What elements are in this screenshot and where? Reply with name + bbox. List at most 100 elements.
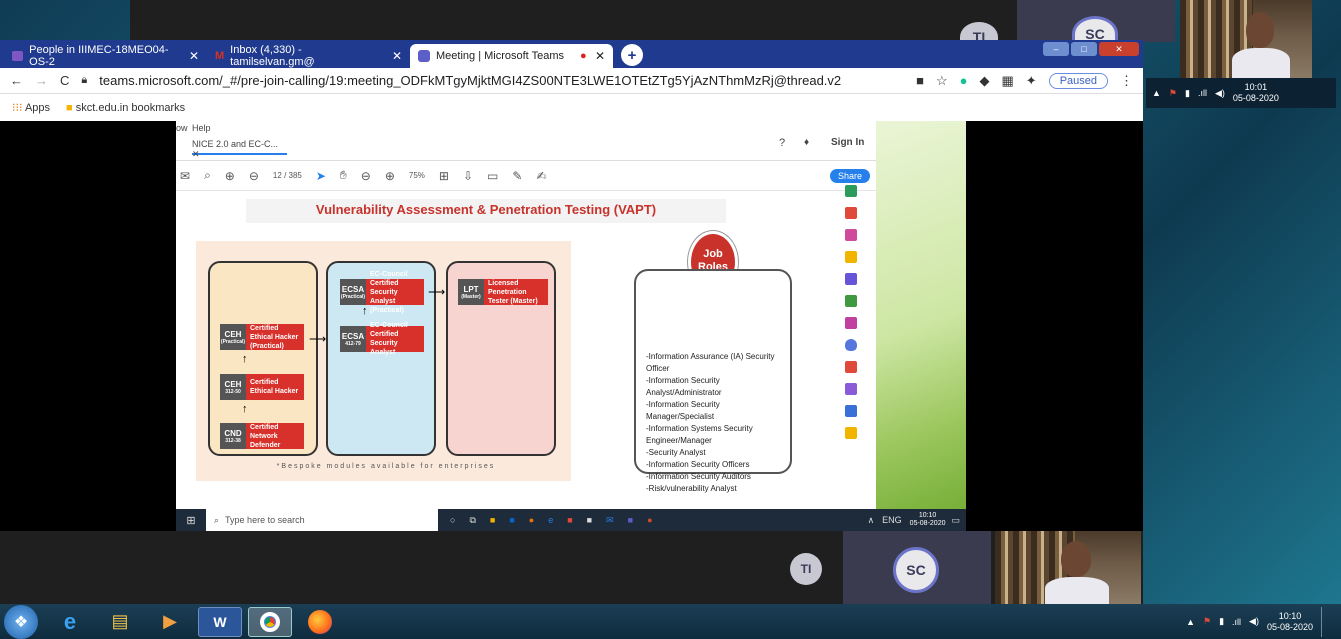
fill-sign-icon[interactable] xyxy=(845,317,857,329)
fit-icon[interactable]: ⊞ xyxy=(439,169,449,183)
signal-icon[interactable]: .ıll xyxy=(1232,617,1241,627)
remote-clock[interactable]: 10:01 05-08-2020 xyxy=(1233,82,1279,104)
close-icon[interactable]: ✕ xyxy=(595,49,605,63)
media-icon[interactable]: ■ xyxy=(567,515,572,525)
participant-avatar-ti[interactable]: TI xyxy=(790,553,822,585)
flag-icon[interactable]: ⚑ xyxy=(1203,616,1211,627)
grammarly-icon[interactable]: ● xyxy=(960,73,968,88)
close-icon[interactable]: ✕ xyxy=(392,49,402,63)
url-field[interactable]: teams.microsoft.com/_#/pre-join-calling/… xyxy=(99,73,841,88)
search-icon[interactable]: ⌕ xyxy=(204,168,211,183)
measure-icon[interactable] xyxy=(845,405,857,417)
close-window-button[interactable]: ✕ xyxy=(1099,42,1139,56)
media-player-icon[interactable]: ▶ xyxy=(148,607,192,637)
chrome-browser-window: People in IIIMEC-18MEO04-OS-2 ✕ M Inbox … xyxy=(0,40,1143,121)
windows-start-icon[interactable]: ⊞ xyxy=(176,514,206,527)
flag-icon[interactable]: ⚑ xyxy=(1169,88,1177,99)
more-tools-icon[interactable] xyxy=(845,427,857,439)
file-explorer-icon[interactable]: ▤ xyxy=(98,607,142,637)
taskbar-clock[interactable]: 10:10 05-08-2020 xyxy=(1267,611,1313,633)
page-down-icon[interactable]: ⊖ xyxy=(249,169,259,183)
cursor-icon[interactable]: ➤ xyxy=(316,169,326,183)
close-icon[interactable]: ✕ xyxy=(189,49,199,63)
cortana-icon[interactable]: ○ xyxy=(450,515,455,525)
protect-icon[interactable] xyxy=(845,339,857,351)
start-orb-icon[interactable]: ❖ xyxy=(4,604,38,639)
bookmark-apps[interactable]: ⁝⁝⁝ Apps xyxy=(12,101,50,114)
maximize-button[interactable]: □ xyxy=(1071,42,1097,56)
notification-icon[interactable]: ▭ xyxy=(951,515,960,526)
bell-icon[interactable]: ♦ xyxy=(804,137,809,148)
volume-icon[interactable]: ◀) xyxy=(1249,616,1259,627)
camera-icon[interactable]: ■ xyxy=(916,73,924,88)
internet-explorer-icon[interactable]: e xyxy=(48,607,92,637)
zoom-select[interactable]: 75% xyxy=(409,171,425,180)
back-arrow-icon[interactable]: ← xyxy=(10,73,23,88)
word-icon[interactable]: W xyxy=(198,606,242,637)
firefox-icon[interactable] xyxy=(298,607,342,637)
show-desktop-button[interactable] xyxy=(1321,606,1331,637)
sign-in-link[interactable]: Sign In xyxy=(831,137,864,148)
comment-tool-icon[interactable] xyxy=(845,251,857,263)
reload-icon[interactable]: C xyxy=(60,73,69,88)
menu-prev[interactable]: ow xyxy=(176,123,188,133)
tray-chevron-icon[interactable]: ∧ xyxy=(868,515,875,526)
mail-icon[interactable]: ✉ xyxy=(606,515,614,526)
outlook-icon[interactable]: ■ xyxy=(509,515,514,525)
create-pdf-icon[interactable] xyxy=(845,207,857,219)
minimize-button[interactable]: – xyxy=(1043,42,1069,56)
hand-icon[interactable]: ✋︎ xyxy=(340,168,347,183)
export-pdf-icon[interactable] xyxy=(845,185,857,197)
compress-icon[interactable] xyxy=(845,361,857,373)
battery-icon[interactable]: ▮ xyxy=(1185,88,1190,99)
organize-pages-icon[interactable] xyxy=(845,229,857,241)
tab-teams[interactable]: Meeting | Microsoft Teams ● ✕ xyxy=(410,44,613,68)
tab-classroom[interactable]: People in IIIMEC-18MEO04-OS-2 ✕ xyxy=(4,44,207,68)
menu-kebab-icon[interactable]: ⋮ xyxy=(1120,73,1133,89)
chrome-icon[interactable] xyxy=(248,606,292,637)
signature-icon[interactable] xyxy=(845,383,857,395)
chrome-icon[interactable]: ● xyxy=(529,515,534,525)
chevron-up-icon[interactable]: ▲ xyxy=(1152,88,1161,98)
tab-gmail[interactable]: M Inbox (4,330) - tamilselvan.gm@ ✕ xyxy=(207,44,410,68)
task-view-icon[interactable]: ⧉ xyxy=(469,515,475,526)
powerpoint-icon[interactable]: ● xyxy=(647,515,652,525)
sign-icon[interactable]: ✍︎ xyxy=(536,169,546,183)
page-indicator[interactable]: 12 / 385 xyxy=(273,171,302,180)
puzzle-icon[interactable]: ✦ xyxy=(1026,73,1037,89)
bookmark-skct[interactable]: ■ skct.edu.in bookmarks xyxy=(66,102,185,114)
teams-icon[interactable]: ■ xyxy=(628,515,633,525)
store-icon[interactable]: ■ xyxy=(587,515,592,525)
comment-icon[interactable]: ▭ xyxy=(487,169,498,183)
scroll-icon[interactable]: ⇩ xyxy=(463,169,473,183)
pen-icon[interactable]: ✎ xyxy=(512,169,522,183)
star-icon[interactable]: ☆ xyxy=(936,73,948,89)
battery-icon[interactable]: ▮ xyxy=(1219,616,1224,627)
profile-paused-button[interactable]: Paused xyxy=(1048,72,1108,89)
pdf-doc-tab[interactable]: NICE 2.0 and EC-C... ✕ xyxy=(192,135,287,159)
chevron-up-icon[interactable]: ▲ xyxy=(1186,617,1195,627)
help-circle-icon[interactable]: ? xyxy=(779,137,785,149)
mail-icon[interactable]: ✉ xyxy=(180,169,190,183)
page-up-icon[interactable]: ⊕ xyxy=(225,169,235,183)
volume-icon[interactable]: ◀) xyxy=(1215,88,1225,99)
grid-icon[interactable]: ▦ xyxy=(1001,73,1013,89)
presenter-search-box[interactable]: ⌕ Type here to search xyxy=(206,509,438,531)
remote-video-tile-top[interactable] xyxy=(1180,0,1312,78)
file-explorer-icon[interactable]: ■ xyxy=(490,515,495,525)
language-indicator[interactable]: ENG xyxy=(882,515,902,525)
remote-video-tile[interactable] xyxy=(995,531,1141,604)
extension-icon[interactable]: ◆ xyxy=(979,73,989,89)
edge-icon[interactable]: e xyxy=(548,515,553,525)
close-icon[interactable]: ✕ xyxy=(192,149,200,159)
zoom-in-icon[interactable]: ⊕ xyxy=(385,169,395,183)
edit-pdf-icon[interactable] xyxy=(845,295,857,307)
signal-icon[interactable]: .ıll xyxy=(1198,88,1207,98)
presenter-clock[interactable]: 10:10 05-08-2020 xyxy=(910,512,946,528)
new-tab-button[interactable]: + xyxy=(621,44,643,66)
forward-arrow-icon[interactable]: → xyxy=(35,73,48,88)
participant-avatar-sc[interactable]: SC xyxy=(893,547,939,593)
zoom-out-icon[interactable]: ⊖ xyxy=(361,169,371,183)
menu-help[interactable]: Help xyxy=(192,123,211,133)
combine-files-icon[interactable] xyxy=(845,273,857,285)
